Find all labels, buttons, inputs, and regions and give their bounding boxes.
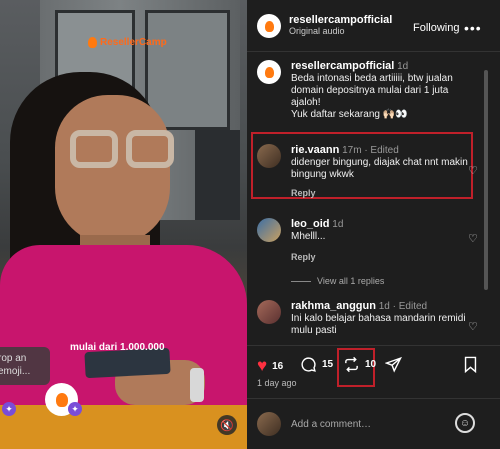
- comment-count: 15: [322, 359, 334, 370]
- header-username[interactable]: resellercampofficial: [289, 14, 392, 26]
- comment-username[interactable]: rakhma_anggun: [291, 300, 376, 312]
- comment-text: didenger bingung, diajak chat nnt makin …: [291, 157, 468, 180]
- like-button[interactable]: ♥ 16: [257, 356, 283, 376]
- heart-icon: ♥: [257, 356, 268, 375]
- reply-button[interactable]: Reply: [291, 251, 471, 263]
- comment-button[interactable]: 15: [300, 356, 333, 373]
- avatar[interactable]: [257, 60, 281, 84]
- person-face: [55, 95, 170, 245]
- brand-watermark: ResellerCamp: [88, 37, 167, 48]
- avatar[interactable]: [257, 218, 281, 242]
- person-glasses: [70, 130, 180, 170]
- like-count: 16: [272, 360, 284, 372]
- flame-icon: [88, 37, 97, 48]
- avatar: [257, 412, 281, 436]
- view-replies-button[interactable]: View all 1 replies: [291, 276, 384, 286]
- comment-text: Mhelll...: [291, 231, 326, 242]
- background-window: [145, 10, 230, 130]
- comments-panel: resellercampofficial Original audio Foll…: [247, 0, 500, 449]
- comment-time: 1d: [332, 219, 344, 230]
- repost-icon: [345, 356, 358, 373]
- avatar[interactable]: [257, 300, 281, 324]
- comment-text: Beda intonasi beda artiiiii, btw jualan …: [291, 73, 453, 120]
- add-comment-row: Add a comment… ☺: [247, 398, 500, 449]
- post-header: resellercampofficial Original audio Foll…: [247, 0, 500, 52]
- sparkle-icon[interactable]: ✦: [2, 402, 16, 416]
- wristwatch: [190, 368, 204, 402]
- bookmark-icon: [464, 356, 477, 373]
- background-shelf: [195, 130, 240, 220]
- comment-time: 1d · Edited: [378, 301, 428, 312]
- comment-username[interactable]: resellercampofficial: [291, 60, 394, 72]
- flame-icon: [55, 392, 68, 407]
- price-overlay: mulai dari 1.000.000: [70, 342, 165, 353]
- comment-time: 17m · Edited: [342, 145, 399, 156]
- comment-text: Ini kalo belajar bahasa mandarin remidi …: [291, 313, 466, 336]
- emoji-icon[interactable]: ☺: [455, 413, 475, 433]
- share-button[interactable]: [385, 356, 402, 373]
- heart-outline-icon[interactable]: ♡: [468, 320, 478, 333]
- save-button[interactable]: [463, 356, 478, 373]
- emoji-prompt[interactable]: rop an emoji...: [0, 347, 50, 385]
- add-comment-input[interactable]: Add a comment…: [291, 419, 371, 430]
- table: [0, 405, 247, 449]
- more-options-icon[interactable]: •••: [464, 20, 482, 36]
- heart-outline-icon[interactable]: ♡: [468, 164, 478, 177]
- sparkle-icon[interactable]: ✦: [68, 402, 82, 416]
- brand-watermark-text: ResellerCamp: [100, 37, 167, 48]
- avatar[interactable]: [257, 144, 281, 168]
- speech-bubble-icon: [301, 357, 316, 372]
- comment-username[interactable]: leo_oid: [291, 218, 330, 230]
- heart-outline-icon[interactable]: ♡: [468, 232, 478, 245]
- post-age: 1 day ago: [257, 378, 297, 388]
- reel-video[interactable]: ResellerCamp mulai dari 1.000.000 rop an…: [0, 0, 247, 449]
- following-button[interactable]: Following: [413, 22, 459, 34]
- avatar[interactable]: [257, 14, 281, 38]
- comment-body: rakhma_anggun 1d · Edited Ini kalo belaj…: [291, 300, 471, 337]
- audio-label[interactable]: Original audio: [289, 26, 392, 36]
- comment-body: leo_oid 1d Mhelll... Reply: [291, 218, 471, 263]
- reply-button[interactable]: Reply: [291, 187, 471, 199]
- divider: [291, 280, 311, 282]
- comment-username[interactable]: rie.vaann: [291, 144, 339, 156]
- view-replies-label: View all 1 replies: [317, 276, 385, 286]
- comment-body: resellercampofficial 1d Beda intonasi be…: [291, 60, 471, 121]
- flame-icon: [264, 20, 274, 32]
- speaker-muted-icon[interactable]: 🔇: [217, 415, 237, 435]
- comment-body: rie.vaann 17m · Edited didenger bingung,…: [291, 144, 471, 199]
- repost-button[interactable]: 10: [343, 356, 376, 373]
- flame-icon: [264, 66, 274, 78]
- scrollbar[interactable]: [484, 70, 488, 290]
- repost-count: 10: [365, 359, 377, 370]
- send-icon: [385, 356, 402, 373]
- comment-time: 1d: [397, 61, 409, 72]
